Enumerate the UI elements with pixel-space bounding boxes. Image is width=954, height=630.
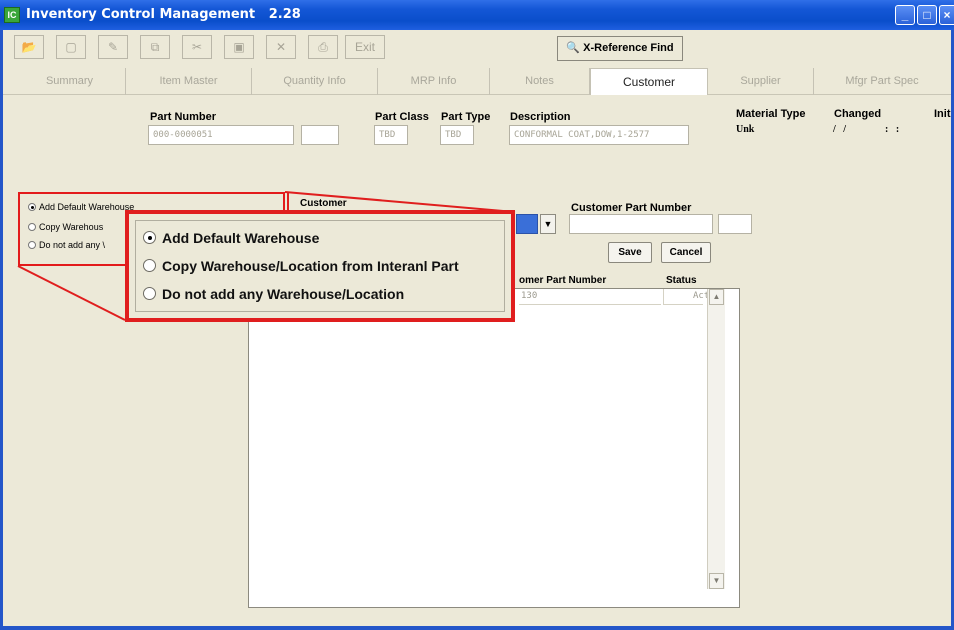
radio-unselected-icon	[143, 259, 156, 272]
minimize-button[interactable]: _	[895, 5, 915, 25]
radio-label: Add Default Warehouse	[39, 202, 135, 212]
tab-bar: Summary Item Master Quantity Info MRP In…	[0, 68, 954, 95]
radio-label: Do not add any \	[39, 240, 106, 250]
new-document-icon[interactable]: ▢	[56, 35, 86, 59]
scroll-down-icon[interactable]: ▼	[709, 573, 724, 589]
part-class-label: Part Class	[375, 111, 429, 123]
radio-add-default-warehouse[interactable]: Add Default Warehouse	[143, 230, 319, 246]
part-type-field[interactable]: TBD	[440, 125, 474, 145]
radio-copy-warehouse-location[interactable]: Copy Warehouse/Location from Interanl Pa…	[143, 258, 459, 274]
radio-add-default-warehouse-small[interactable]: Add Default Warehouse	[28, 202, 134, 212]
magnifier-icon: 🔍	[566, 42, 581, 54]
x-reference-find-label: X-Reference Find	[583, 42, 674, 54]
radio-do-not-add-small[interactable]: Do not add any \	[28, 240, 105, 250]
radio-label: Do not add any Warehouse/Location	[162, 286, 405, 302]
tab-customer[interactable]: Customer	[590, 68, 708, 95]
part-type-label: Part Type	[441, 111, 491, 123]
part-number-field[interactable]: 000-0000051	[148, 125, 294, 145]
tab-mfgr-part-spec[interactable]: Mfgr Part Spec	[814, 68, 950, 95]
radio-label: Copy Warehous	[39, 222, 104, 232]
customer-dropdown-selection[interactable]	[516, 214, 538, 234]
radio-copy-warehouse-small[interactable]: Copy Warehous	[28, 222, 103, 232]
window-border-bottom	[0, 626, 954, 630]
dropdown-arrow-icon[interactable]: ▼	[540, 214, 556, 234]
app-logo-icon: IC	[4, 7, 20, 23]
changed-label: Changed	[834, 108, 882, 120]
close-button[interactable]: ×	[939, 5, 954, 25]
radio-selected-icon	[28, 203, 36, 211]
customer-part-number-label: Customer Part Number	[571, 202, 692, 214]
part-number-label: Part Number	[150, 111, 217, 123]
description-field[interactable]: CONFORMAL COAT,DOW,1-2577	[509, 125, 689, 145]
scroll-up-icon[interactable]: ▲	[709, 289, 724, 305]
folder-open-icon[interactable]: 📂	[14, 35, 44, 59]
changed-date-value: / /	[833, 124, 847, 135]
material-type-label: Material Type	[736, 108, 806, 120]
tab-quantity-info[interactable]: Quantity Info	[252, 68, 378, 95]
material-type-value: Unk	[736, 124, 755, 135]
part-class-field[interactable]: TBD	[374, 125, 408, 145]
radio-unselected-icon	[28, 241, 36, 249]
floppy-disk-icon[interactable]: ▣	[224, 35, 254, 59]
tab-mrp-info[interactable]: MRP Info	[378, 68, 490, 95]
x-reference-find-button[interactable]: 🔍 X-Reference Find	[557, 36, 683, 61]
title-bar[interactable]: IC Inventory Control Management 2.28 _ □…	[0, 0, 954, 30]
printer-icon[interactable]: ⎙	[308, 35, 338, 59]
grid-cell-customer-part-number[interactable]: 130	[519, 289, 661, 305]
exit-button[interactable]: Exit	[345, 35, 385, 59]
customer-part-number-input[interactable]	[569, 214, 713, 234]
tab-supplier[interactable]: Supplier	[708, 68, 814, 95]
window-title: Inventory Control Management 2.28	[26, 7, 301, 22]
column-header-status[interactable]: Status	[666, 275, 697, 286]
radio-label: Copy Warehouse/Location from Interanl Pa…	[162, 258, 459, 274]
part-revision-field[interactable]	[301, 125, 339, 145]
radio-label: Add Default Warehouse	[162, 230, 320, 246]
customer-label: Customer	[300, 198, 347, 209]
column-header-customer-part-number[interactable]: omer Part Number	[519, 275, 606, 286]
toolbar: 📂 ▢ ✎ ⧉ ✂ ▣ ✕ ⎙ Exit	[0, 32, 954, 62]
radio-unselected-icon	[28, 223, 36, 231]
tab-summary[interactable]: Summary	[14, 68, 126, 95]
cancel-button[interactable]: Cancel	[661, 242, 711, 263]
edit-document-icon[interactable]: ✎	[98, 35, 128, 59]
radio-unselected-icon	[143, 287, 156, 300]
radio-selected-icon	[143, 231, 156, 244]
copy-icon[interactable]: ⧉	[140, 35, 170, 59]
changed-time-value: : :	[885, 124, 900, 135]
save-button[interactable]: Save	[608, 242, 652, 263]
radio-do-not-add-warehouse[interactable]: Do not add any Warehouse/Location	[143, 286, 404, 302]
zoomed-warehouse-option-callout: Add Default Warehouse Copy Warehouse/Loc…	[125, 210, 515, 322]
init-label: Init	[934, 108, 951, 120]
window-border-left	[0, 30, 3, 630]
customer-part-rev-input[interactable]	[718, 214, 752, 234]
delete-x-icon[interactable]: ✕	[266, 35, 296, 59]
tab-item-master[interactable]: Item Master	[126, 68, 252, 95]
maximize-button[interactable]: □	[917, 5, 937, 25]
tab-notes[interactable]: Notes	[490, 68, 590, 95]
grid-scrollbar[interactable]: ▲ ▼	[707, 289, 725, 589]
scissors-icon[interactable]: ✂	[182, 35, 212, 59]
description-label: Description	[510, 111, 571, 123]
customer-grid[interactable]: 130 Acti ▲ ▼	[248, 288, 740, 608]
app-window: IC Inventory Control Management 2.28 _ □…	[0, 0, 954, 630]
